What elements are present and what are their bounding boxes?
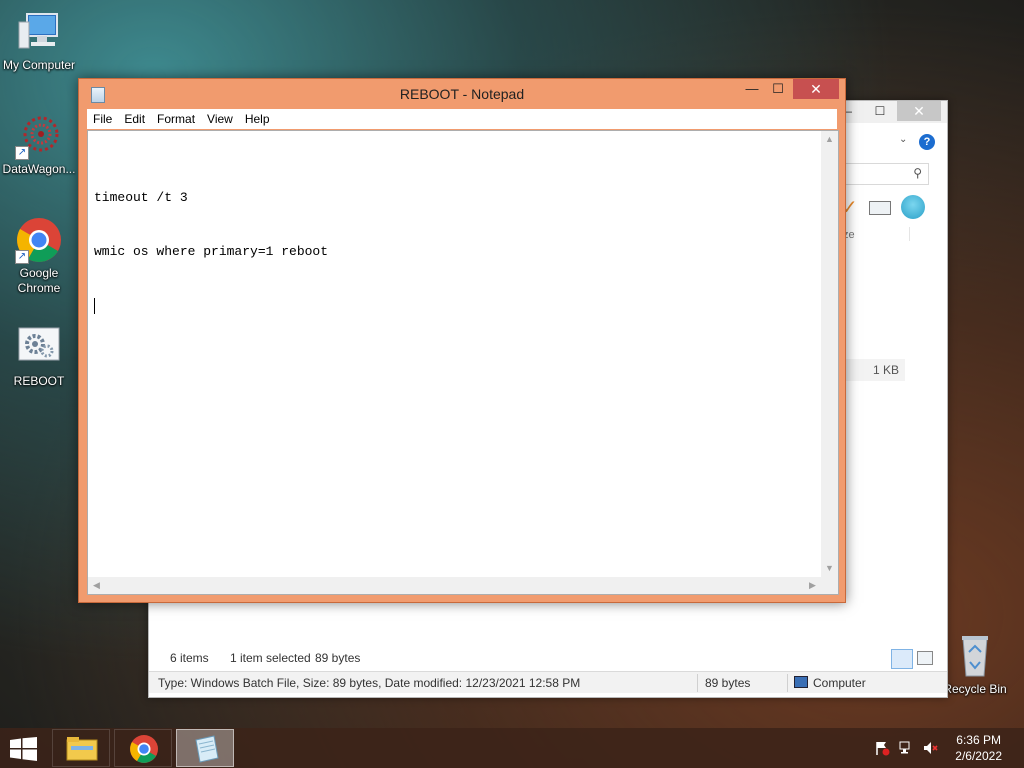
clock-date: 2/6/2022 xyxy=(955,749,1002,763)
start-button[interactable] xyxy=(10,737,38,761)
desktop-icon-recycle-bin[interactable]: Recycle Bin xyxy=(937,632,1013,697)
shortcut-arrow-icon: ↗ xyxy=(15,250,29,264)
notepad-titlebar[interactable]: REBOOT - Notepad — ☐ ✕ xyxy=(79,79,845,109)
system-clock[interactable]: 6:36 PM 2/6/2022 xyxy=(955,732,1002,764)
scroll-left-arrow-icon[interactable]: ◀ xyxy=(88,577,105,594)
search-box[interactable]: ⚲ xyxy=(839,163,929,185)
editor-line: timeout /t 3 xyxy=(94,190,188,205)
menu-edit[interactable]: Edit xyxy=(118,109,151,129)
action-center-flag-icon[interactable] xyxy=(874,740,890,756)
desktop-icon-datawagon[interactable]: ↗ DataWagon... xyxy=(1,112,77,177)
explorer-toolbar: ✓ xyxy=(839,195,939,223)
shortcut-arrow-icon: ↗ xyxy=(15,146,29,160)
desktop-icon-google-chrome[interactable]: ↗ Google Chrome xyxy=(1,216,77,296)
clock-time: 6:36 PM xyxy=(956,733,1001,747)
windows-logo-icon xyxy=(10,737,37,761)
computer-icon xyxy=(15,8,63,56)
details-divider xyxy=(697,674,698,692)
scroll-down-arrow-icon[interactable]: ▼ xyxy=(821,560,838,577)
search-icon[interactable]: ⚲ xyxy=(913,166,922,180)
desktop-icon-label: Recycle Bin xyxy=(943,682,1007,696)
file-size-cell: 1 KB xyxy=(839,359,905,381)
minimize-button[interactable]: — xyxy=(739,79,765,99)
menu-file[interactable]: File xyxy=(87,109,118,129)
editor-line: wmic os where primary=1 reboot xyxy=(94,244,329,259)
scroll-right-arrow-icon[interactable]: ▶ xyxy=(804,577,821,594)
explorer-status-bar: 6 items 1 item selected 89 bytes xyxy=(149,647,947,669)
details-location: Computer xyxy=(813,676,866,690)
help-icon[interactable]: ? xyxy=(919,134,935,150)
taskbar-chrome[interactable] xyxy=(114,729,172,767)
status-selected: 1 item selected xyxy=(230,651,311,665)
menu-bar: File Edit Format View Help xyxy=(87,109,837,129)
maximize-button[interactable]: ☐ xyxy=(765,79,791,99)
mail-icon[interactable] xyxy=(869,201,891,215)
details-divider xyxy=(787,674,788,692)
taskbar-file-explorer[interactable] xyxy=(52,729,110,767)
large-icons-view-icon[interactable] xyxy=(917,651,933,665)
text-caret xyxy=(94,297,95,314)
column-divider xyxy=(909,227,910,241)
vertical-scrollbar[interactable]: ▲ ▼ xyxy=(821,131,838,577)
desktop-icon-label: DataWagon... xyxy=(2,162,76,176)
status-selected-size: 89 bytes xyxy=(315,651,361,665)
taskbar: 6:36 PM 2/6/2022 xyxy=(0,728,1024,768)
ribbon-expand-area: ⌄ ? xyxy=(839,131,939,153)
chrome-icon xyxy=(130,735,158,763)
menu-help[interactable]: Help xyxy=(239,109,276,129)
notepad-icon xyxy=(195,735,219,763)
editor-line-caret xyxy=(94,297,328,315)
details-view-icon[interactable] xyxy=(891,649,913,669)
close-button[interactable]: ✕ xyxy=(793,79,839,99)
datawagon-logo-icon: ↗ xyxy=(15,112,63,160)
status-item-count: 6 items xyxy=(170,651,209,665)
desktop-icon-label: Google Chrome xyxy=(17,266,61,295)
folder-icon xyxy=(66,737,98,761)
menu-view[interactable]: View xyxy=(201,109,239,129)
batch-file-icon xyxy=(15,324,63,372)
details-size: 89 bytes xyxy=(705,676,751,690)
desktop-icon-reboot[interactable]: REBOOT xyxy=(1,324,77,389)
editor-content[interactable]: timeout /t 3 wmic os where primary=1 reb… xyxy=(94,153,328,351)
scroll-up-arrow-icon[interactable]: ▲ xyxy=(821,131,838,148)
recycle-bin-icon xyxy=(951,632,999,680)
network-icon[interactable] xyxy=(898,740,914,756)
notepad-window[interactable]: REBOOT - Notepad — ☐ ✕ File Edit Format Vie… xyxy=(78,78,846,603)
desktop-icon-my-computer[interactable]: My Computer xyxy=(1,8,77,73)
details-description: Type: Windows Batch File, Size: 89 bytes… xyxy=(158,676,581,690)
volume-muted-icon[interactable] xyxy=(922,740,938,756)
window-title: REBOOT - Notepad xyxy=(399,86,525,102)
horizontal-scrollbar[interactable]: ◀ ▶ xyxy=(88,577,821,594)
text-editor-area[interactable]: timeout /t 3 wmic os where primary=1 reb… xyxy=(87,130,839,595)
taskbar-notepad[interactable] xyxy=(176,729,234,767)
desktop-icon-label: My Computer xyxy=(2,58,76,72)
explorer-maximize-button[interactable]: ☐ xyxy=(867,101,893,121)
chevron-down-icon[interactable]: ⌄ xyxy=(899,134,907,145)
computer-small-icon xyxy=(794,676,808,688)
desktop-icon-label: REBOOT xyxy=(13,374,65,388)
chrome-icon: ↗ xyxy=(15,216,63,264)
shell-icon[interactable] xyxy=(901,195,925,219)
menu-format[interactable]: Format xyxy=(151,109,201,129)
details-bar: Type: Windows Batch File, Size: 89 bytes… xyxy=(149,671,947,693)
resize-grip-icon[interactable] xyxy=(821,577,838,594)
explorer-close-button[interactable]: ✕ xyxy=(897,101,941,121)
